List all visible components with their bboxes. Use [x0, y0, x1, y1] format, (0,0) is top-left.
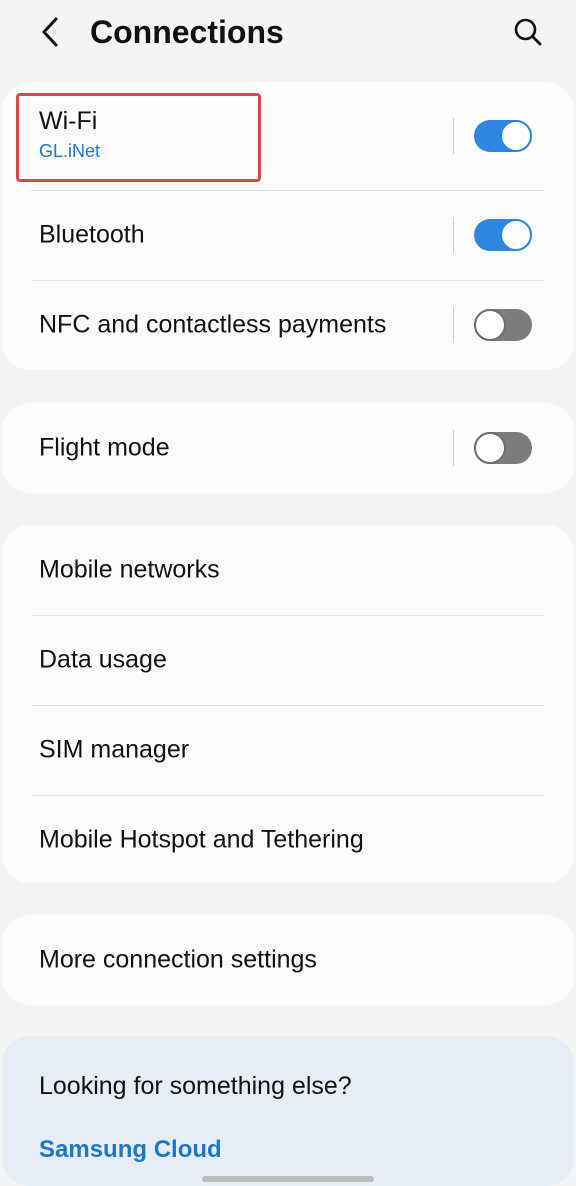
back-button[interactable]	[32, 12, 68, 52]
search-icon	[514, 18, 542, 46]
divider	[453, 118, 454, 154]
hotspot-row[interactable]: Mobile Hotspot and Tethering	[2, 795, 574, 883]
bluetooth-row[interactable]: Bluetooth	[2, 190, 574, 280]
nfc-label: NFC and contactless payments	[39, 310, 387, 339]
nfc-toggle[interactable]	[474, 309, 532, 341]
more-connection-settings-label: More connection settings	[39, 945, 317, 974]
divider	[453, 430, 454, 466]
settings-group-networks: Mobile networks Data usage SIM manager M…	[2, 525, 574, 883]
wifi-label: Wi-Fi	[39, 107, 98, 135]
settings-group-radios: Wi-Fi GL.iNet Bluetooth NFC and contactl…	[2, 82, 574, 370]
chevron-left-icon	[42, 17, 58, 47]
gesture-handle	[202, 1176, 374, 1182]
search-button[interactable]	[508, 12, 548, 52]
nfc-row[interactable]: NFC and contactless payments	[2, 280, 574, 370]
flight-mode-toggle[interactable]	[474, 432, 532, 464]
bluetooth-toggle[interactable]	[474, 219, 532, 251]
app-bar: Connections	[0, 0, 576, 70]
data-usage-label: Data usage	[39, 645, 167, 674]
settings-group-flight: Flight mode	[2, 403, 574, 493]
divider	[453, 217, 454, 253]
wifi-toggle[interactable]	[474, 120, 532, 152]
samsung-cloud-link[interactable]: Samsung Cloud	[39, 1136, 222, 1164]
divider	[453, 307, 454, 343]
more-connection-settings-row[interactable]: More connection settings	[2, 915, 574, 1005]
suggestions-title: Looking for something else?	[39, 1072, 352, 1100]
suggestions-card: Looking for something else? Samsung Clou…	[2, 1036, 574, 1186]
sim-manager-label: SIM manager	[39, 735, 190, 764]
wifi-row[interactable]: Wi-Fi GL.iNet	[2, 82, 574, 190]
bluetooth-label: Bluetooth	[39, 220, 145, 249]
data-usage-row[interactable]: Data usage	[2, 615, 574, 705]
mobile-networks-row[interactable]: Mobile networks	[2, 525, 574, 615]
sim-manager-row[interactable]: SIM manager	[2, 705, 574, 795]
mobile-networks-label: Mobile networks	[39, 555, 220, 584]
wifi-network-name: GL.iNet	[39, 141, 101, 161]
page-title: Connections	[90, 14, 284, 50]
hotspot-label: Mobile Hotspot and Tethering	[39, 825, 364, 854]
flight-mode-row[interactable]: Flight mode	[2, 403, 574, 493]
settings-group-more: More connection settings	[2, 915, 574, 1005]
flight-mode-label: Flight mode	[39, 433, 170, 462]
